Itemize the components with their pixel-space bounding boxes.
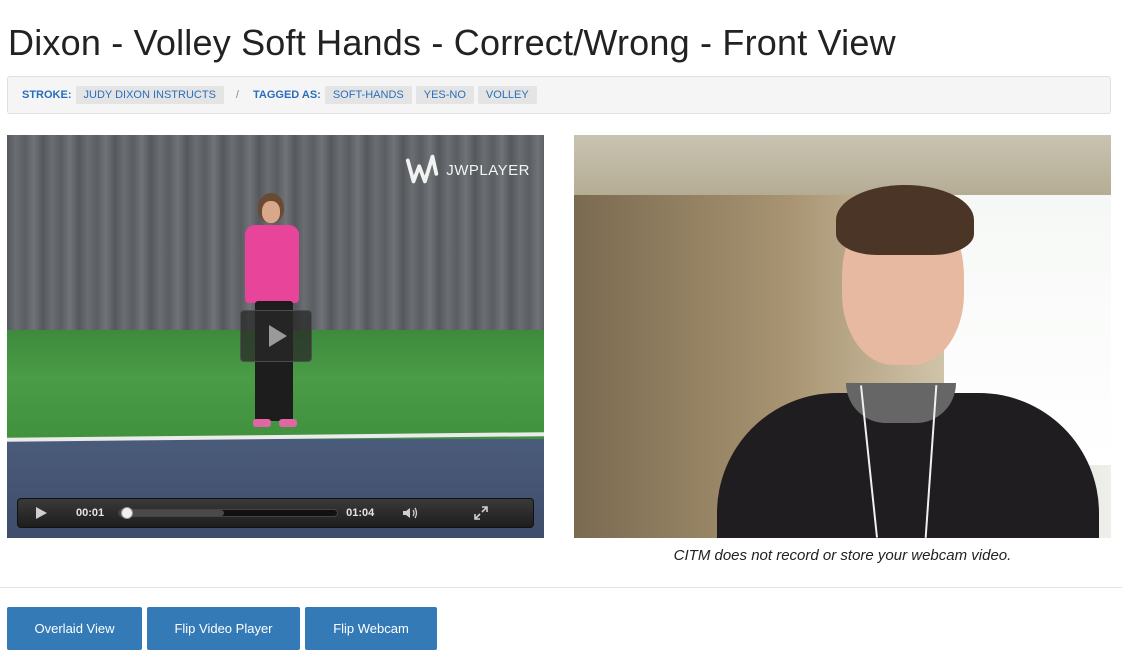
volume-button[interactable] (402, 503, 422, 523)
elapsed-time: 00:01 (76, 507, 105, 519)
tag-chip-soft-hands[interactable]: SOFT-HANDS (324, 86, 412, 104)
duration-time: 01:04 (346, 507, 375, 519)
flip-video-player-button[interactable]: Flip Video Player (147, 607, 300, 650)
play-icon (36, 507, 47, 519)
tag-bar: STROKE: JUDY DIXON INSTRUCTS / TAGGED AS… (7, 76, 1111, 114)
tagged-label: TAGGED AS: (252, 89, 321, 101)
player-controlbar: 00:01 01:04 (17, 498, 534, 528)
tag-chip-yes-no[interactable]: YES-NO (415, 86, 474, 104)
big-play-button[interactable] (240, 310, 312, 362)
seek-bar[interactable] (118, 507, 339, 519)
webcam-person-hair (836, 185, 974, 255)
webcam-feed (574, 135, 1111, 538)
seek-bar-knob[interactable] (120, 507, 133, 519)
video-player[interactable]: JWPLAYER 00:01 01:04 (7, 135, 544, 538)
play-button[interactable] (24, 498, 58, 528)
breadcrumb-separator: / (235, 89, 239, 101)
jwplayer-logo[interactable]: JWPLAYER (404, 151, 530, 189)
play-icon (269, 325, 287, 347)
fullscreen-button[interactable] (474, 503, 494, 523)
webcam-privacy-note: CITM does not record or store your webca… (673, 547, 1012, 564)
overlaid-view-button[interactable]: Overlaid View (7, 607, 142, 650)
tag-chip-volley[interactable]: VOLLEY (477, 86, 537, 104)
stroke-label: STROKE: (22, 89, 72, 101)
volume-icon (403, 507, 418, 519)
seek-bar-buffer (119, 510, 224, 516)
jwplayer-logo-icon (406, 154, 439, 184)
stroke-chip[interactable]: JUDY DIXON INSTRUCTS (75, 86, 224, 104)
webcam-ceiling (574, 135, 1111, 195)
divider (0, 587, 1122, 588)
flip-webcam-button[interactable]: Flip Webcam (305, 607, 437, 650)
fullscreen-icon (474, 506, 489, 520)
jwplayer-brand-text: JWPLAYER (446, 161, 530, 179)
page-title: Dixon - Volley Soft Hands - Correct/Wron… (8, 22, 896, 63)
